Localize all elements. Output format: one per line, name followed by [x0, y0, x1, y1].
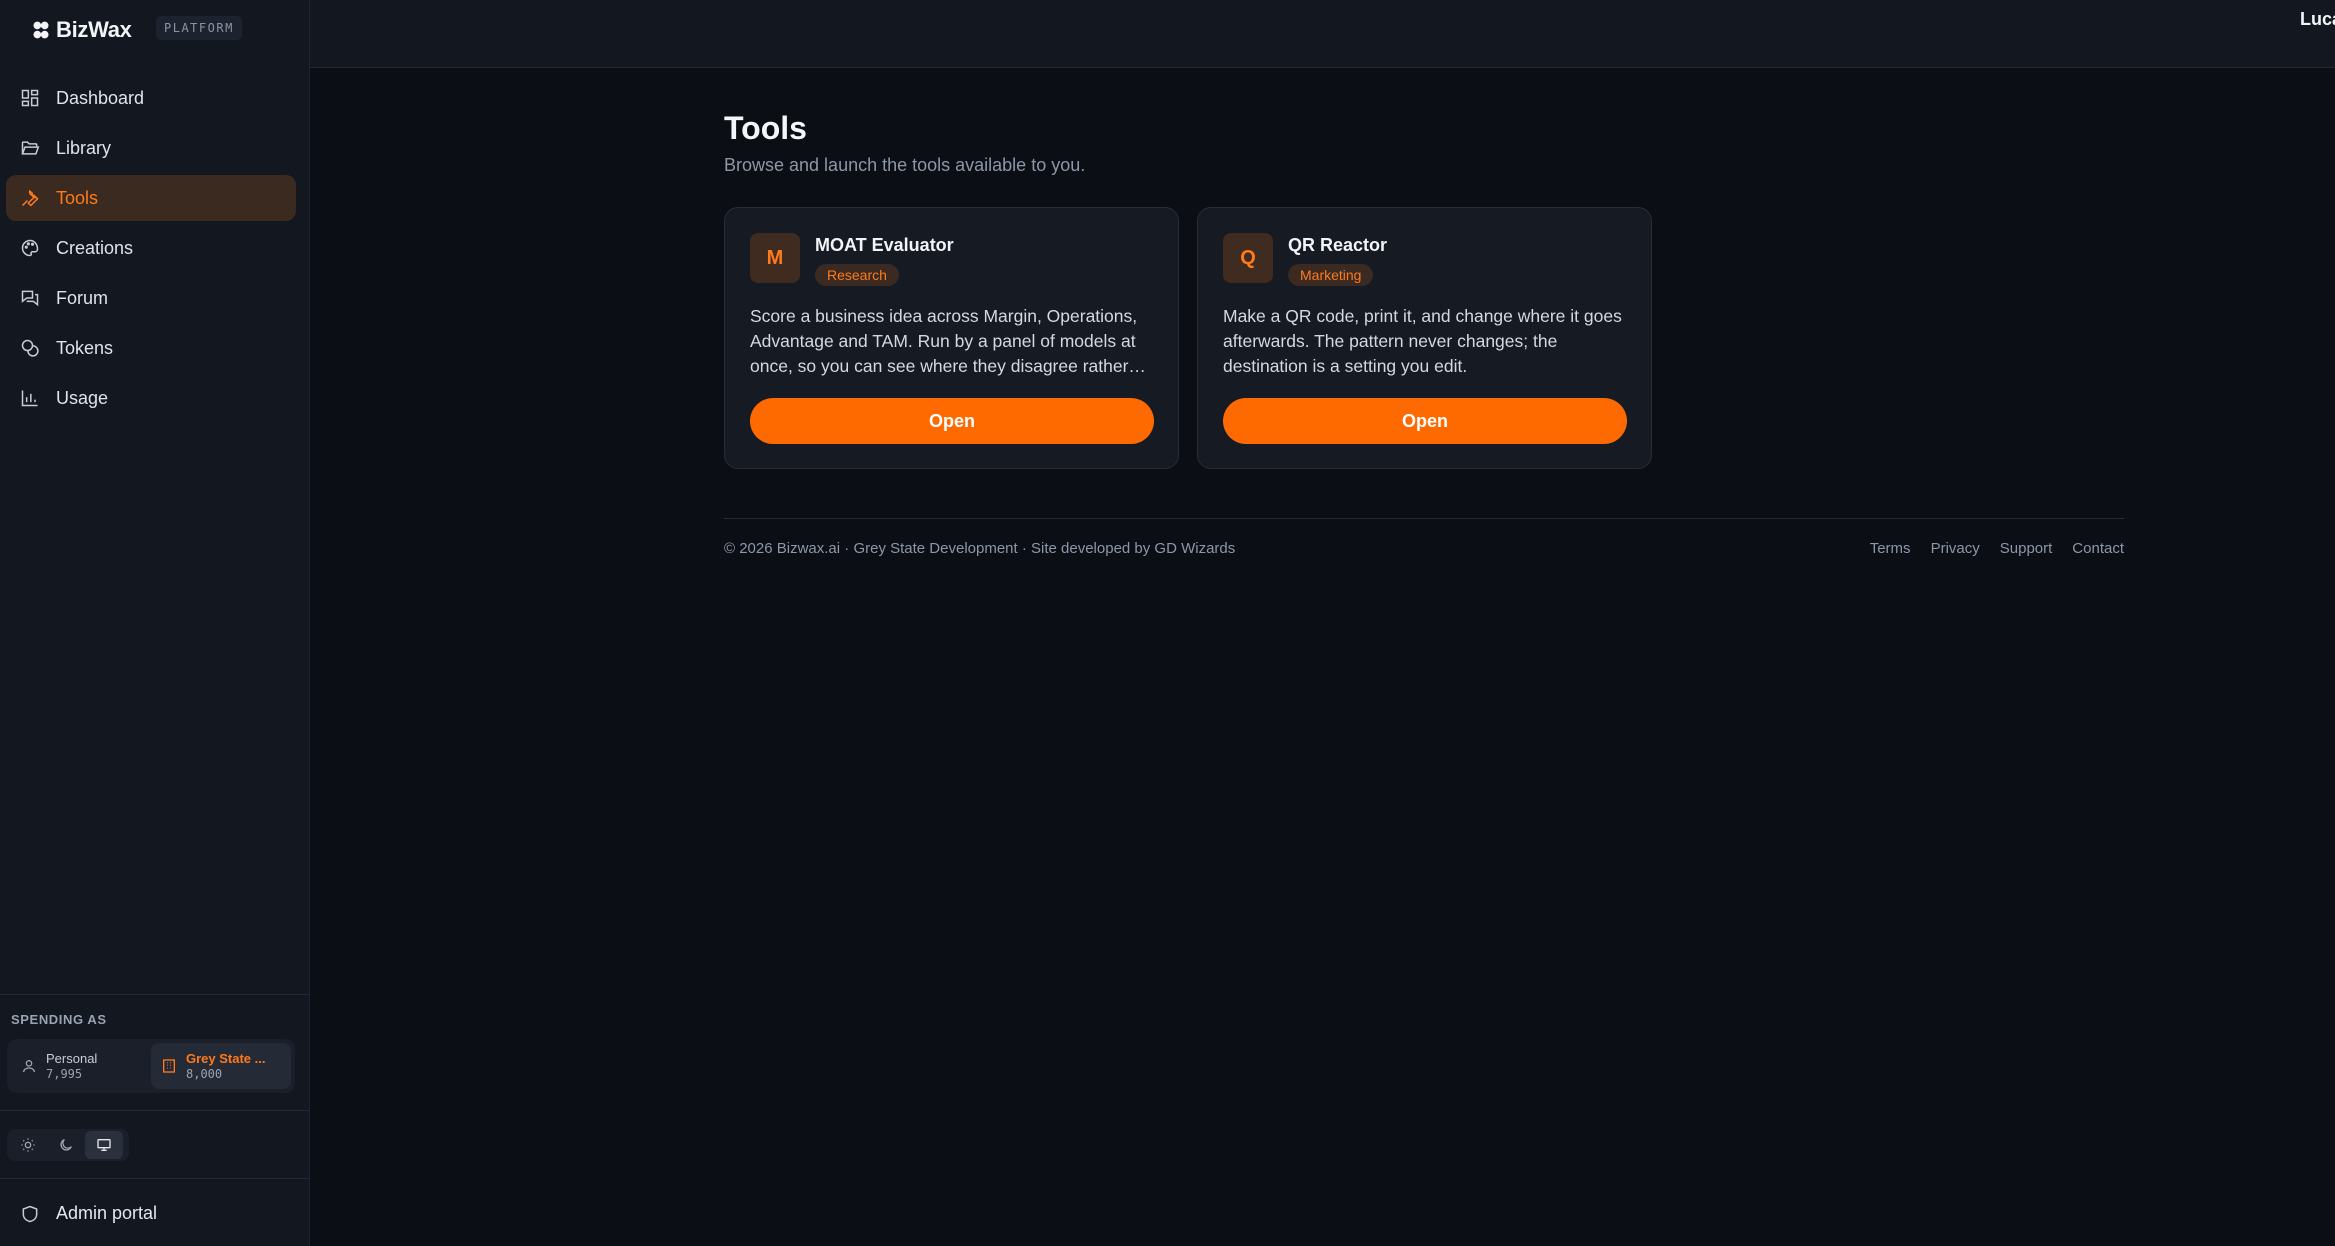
theme-dark-button[interactable] — [47, 1131, 85, 1159]
sidebar-divider — [0, 994, 310, 995]
brand[interactable]: BizWax — [30, 14, 132, 46]
sidebar-item-usage[interactable]: Usage — [6, 375, 296, 421]
bar-chart-icon — [21, 390, 38, 407]
sidebar-item-label: Tools — [56, 187, 99, 208]
sidebar-item-library[interactable]: Library — [6, 125, 296, 171]
tool-category-badge: Marketing — [1288, 264, 1374, 286]
sun-icon — [21, 1138, 35, 1152]
footer-links: Terms Privacy Support Contact — [1870, 540, 2124, 557]
sidebar-item-dashboard[interactable]: Dashboard — [6, 75, 296, 121]
page-subtitle: Browse and launch the tools available to… — [724, 155, 1086, 175]
wrench-icon — [21, 189, 39, 207]
spend-option-personal[interactable]: Personal 7,995 — [11, 1043, 151, 1089]
theme-system-button[interactable] — [85, 1131, 123, 1159]
admin-portal-link[interactable]: Admin portal — [20, 1203, 157, 1224]
user-icon — [23, 1060, 35, 1073]
sidebar-item-label: Usage — [56, 387, 109, 408]
open-tool-button[interactable]: Open — [1223, 398, 1627, 444]
sidebar-item-label: Forum — [56, 287, 109, 308]
spend-amount: 7,995 — [46, 1066, 83, 1081]
monitor-icon — [97, 1139, 111, 1151]
sidebar-item-forum[interactable]: Forum — [6, 275, 296, 321]
tool-title: MOAT Evaluator — [815, 235, 954, 255]
coins-icon — [21, 339, 39, 357]
brand-name: BizWax — [56, 17, 132, 42]
tool-avatar: M — [750, 233, 800, 283]
sidebar-divider — [0, 1110, 310, 1111]
sidebar-divider — [0, 1178, 310, 1179]
tool-avatar: Q — [1223, 233, 1273, 283]
spend-amount: 8,000 — [186, 1066, 223, 1081]
sidebar-item-tokens[interactable]: Tokens — [6, 325, 296, 371]
footer-link-contact[interactable]: Contact — [2072, 540, 2124, 557]
sidebar-nav: Dashboard Library Tools Creations Forum … — [6, 75, 296, 425]
theme-light-button[interactable] — [9, 1131, 47, 1159]
dashboard-icon — [21, 89, 39, 107]
sidebar-item-label: Tokens — [56, 337, 114, 358]
tool-description: Make a QR code, print it, and change whe… — [1223, 306, 1622, 376]
footer-link-privacy[interactable]: Privacy — [1931, 540, 1980, 557]
shield-icon — [22, 1205, 38, 1222]
spend-option-organization[interactable]: Grey State ... 8,000 — [151, 1043, 291, 1089]
platform-badge: PLATFORM — [156, 16, 242, 40]
tool-description: Score a business idea across Margin, Ope… — [750, 306, 1146, 376]
spending-as-label: SPENDING AS — [11, 1012, 107, 1027]
sidebar: BizWax PLATFORM Dashboard Library Tools … — [0, 0, 310, 1246]
spending-switcher: Personal 7,995 Grey State ... 8,000 — [7, 1039, 295, 1093]
tool-category-badge: Research — [815, 264, 899, 286]
topbar — [310, 0, 2335, 68]
spend-name: Personal — [46, 1050, 98, 1066]
moon-icon — [60, 1139, 72, 1151]
theme-switcher — [7, 1129, 129, 1161]
user-menu[interactable]: Luca — [2300, 9, 2335, 30]
footer-link-terms[interactable]: Terms — [1870, 540, 1911, 557]
sidebar-item-label: Library — [56, 137, 112, 158]
spend-name: Grey State ... — [186, 1050, 266, 1066]
tool-card: M MOAT Evaluator Research Score a busine… — [724, 207, 1179, 469]
sidebar-item-tools[interactable]: Tools — [6, 175, 296, 221]
sidebar-item-label: Creations — [56, 237, 134, 258]
footer-link-support[interactable]: Support — [2000, 540, 2053, 557]
tool-card: Q QR Reactor Marketing Make a QR code, p… — [1197, 207, 1652, 469]
folder-icon — [21, 141, 40, 155]
admin-portal-label: Admin portal — [56, 1203, 158, 1223]
tool-title: QR Reactor — [1288, 235, 1388, 255]
chat-icon — [21, 290, 39, 307]
sidebar-item-creations[interactable]: Creations — [6, 225, 296, 271]
footer-divider — [724, 518, 2124, 519]
sidebar-item-label: Dashboard — [56, 87, 145, 108]
page-title: Tools — [724, 110, 807, 146]
building-icon — [163, 1059, 175, 1073]
bizwax-logo-icon — [33, 21, 49, 39]
palette-icon — [21, 239, 39, 257]
open-tool-button[interactable]: Open — [750, 398, 1154, 444]
footer-copyright: © 2026 Bizwax.ai · Grey State Developmen… — [724, 540, 1236, 557]
